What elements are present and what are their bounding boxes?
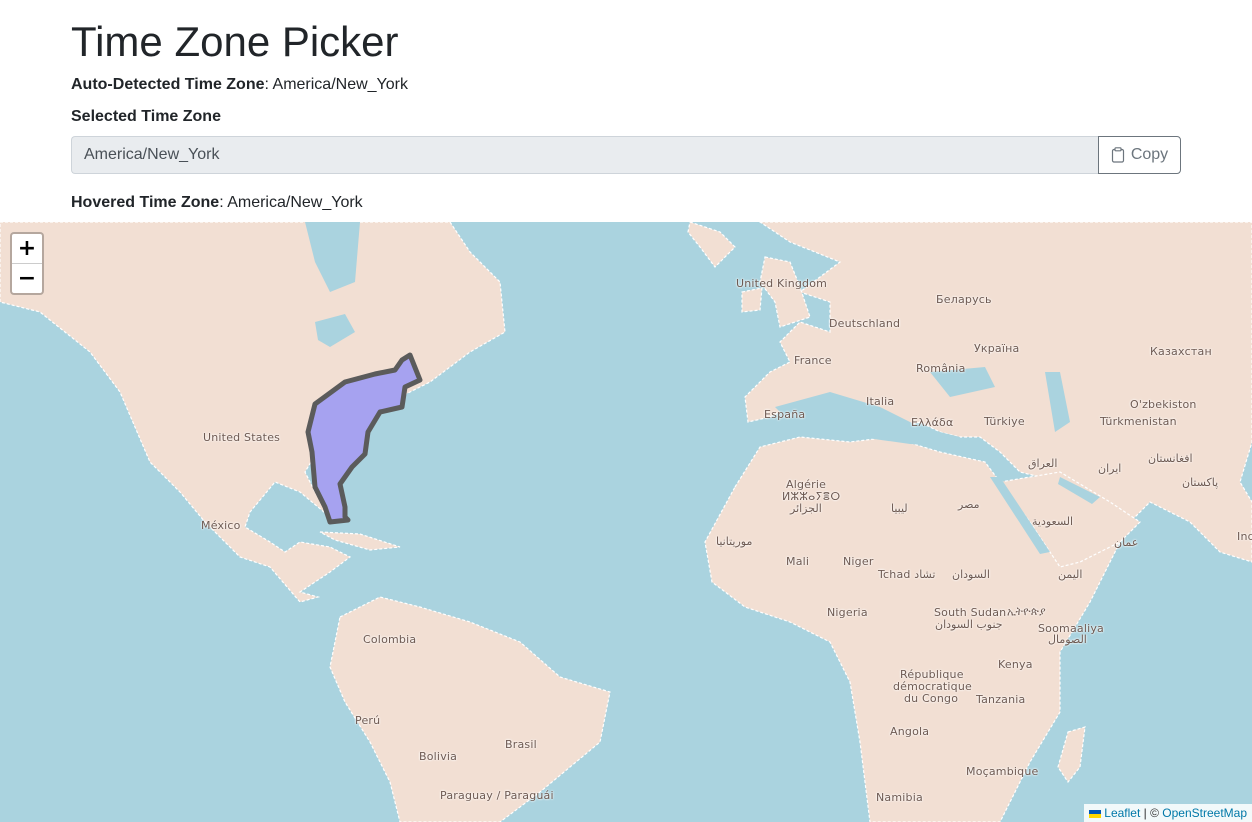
map-label: الصومال xyxy=(1048,633,1087,646)
map-label: افغانستان xyxy=(1148,452,1193,465)
clipboard-icon xyxy=(1111,147,1124,163)
map-label: الجزائر xyxy=(790,502,822,515)
leaflet-link[interactable]: Leaflet xyxy=(1104,806,1140,820)
cuba-land xyxy=(319,531,401,551)
madagascar-land xyxy=(1057,726,1086,784)
map-label: العراق xyxy=(1028,457,1058,470)
map-label: Tanzania xyxy=(976,693,1026,706)
zoom-in-button[interactable]: + xyxy=(12,234,42,263)
map-label: Namibia xyxy=(876,791,923,804)
map-label: Tchad تشاد xyxy=(878,568,936,581)
timezone-map[interactable]: + − United Kingdom Беларусь Deutschland … xyxy=(0,222,1252,822)
copy-button[interactable]: Copy xyxy=(1098,136,1181,174)
map-label: Türkmenistan xyxy=(1100,415,1177,428)
map-label: Niger xyxy=(843,555,874,568)
openstreetmap-link[interactable]: OpenStreetMap xyxy=(1162,806,1247,820)
map-label: Mali xyxy=(786,555,810,568)
map-label: Türkiye xyxy=(984,415,1025,428)
map-label: مصر xyxy=(958,498,980,511)
hovered-row: Hovered Time Zone: America/New_York xyxy=(71,194,363,211)
selected-input-group: Copy xyxy=(71,136,1181,174)
map-label: Nigeria xyxy=(827,606,868,619)
map-label: France xyxy=(794,354,832,367)
page-title: Time Zone Picker xyxy=(71,18,399,65)
ireland-land xyxy=(741,287,763,313)
zoom-out-button[interactable]: − xyxy=(12,263,42,293)
map-label: United States xyxy=(203,431,281,444)
map-label: موريتانيا xyxy=(716,535,753,548)
map-label: جنوب السودان xyxy=(935,618,1003,631)
greenland-land xyxy=(687,222,736,268)
ukraine-flag-icon xyxy=(1089,810,1102,818)
selected-timezone-input[interactable] xyxy=(71,136,1098,174)
map-label: Kenya xyxy=(998,658,1033,671)
map-label: ایران xyxy=(1098,462,1122,475)
hovered-label: Hovered Time Zone xyxy=(71,194,220,211)
copy-button-label: Copy xyxy=(1130,146,1169,163)
map-label: Italia xyxy=(866,395,895,408)
map-label: پاکستان xyxy=(1182,476,1219,489)
map-label: România xyxy=(916,362,966,375)
map-label: Беларусь xyxy=(936,293,992,306)
map-label: Ελλάδα xyxy=(911,416,954,429)
attribution-separator: | © xyxy=(1140,806,1163,820)
map-label: Bolivia xyxy=(419,750,458,763)
map-label: O'zbekiston xyxy=(1130,398,1197,411)
map-label: Ind xyxy=(1237,530,1252,543)
map-label: United Kingdom xyxy=(736,277,828,290)
map-label: Perú xyxy=(355,714,381,727)
map-label: عمان xyxy=(1114,536,1139,549)
selected-label-row: Selected Time Zone xyxy=(71,107,221,127)
selected-label: Selected Time Zone xyxy=(71,108,221,125)
auto-detected-label: Auto-Detected Time Zone xyxy=(71,76,265,93)
auto-detected-row: Auto-Detected Time Zone: America/New_Yor… xyxy=(71,76,408,93)
map-label: السودان xyxy=(952,568,990,581)
map-label: Україна xyxy=(974,342,1020,355)
map-label: Angola xyxy=(890,725,930,738)
map-label: du Congo xyxy=(904,692,959,705)
map-label: España xyxy=(764,408,806,421)
map-label: Moçambique xyxy=(966,765,1039,778)
map-label: Colombia xyxy=(363,633,417,646)
map-label: Deutschland xyxy=(829,317,901,330)
north-america-land xyxy=(0,222,506,603)
map-label: México xyxy=(201,519,241,532)
map-attribution: Leaflet | © OpenStreetMap xyxy=(1084,804,1252,822)
zoom-control: + − xyxy=(10,232,44,295)
map-label: ኢትዮጵያ xyxy=(1007,605,1046,618)
map-label: Казахстан xyxy=(1150,345,1212,358)
hovered-value: America/New_York xyxy=(227,194,363,211)
map-label: Brasil xyxy=(505,738,537,751)
map-label: اليمن xyxy=(1058,568,1083,581)
map-label: Paraguay / Paraguái xyxy=(440,789,554,802)
map-label: ليبيا xyxy=(891,502,908,515)
auto-detected-value: America/New_York xyxy=(272,76,408,93)
map-label: السعودية xyxy=(1032,515,1074,528)
